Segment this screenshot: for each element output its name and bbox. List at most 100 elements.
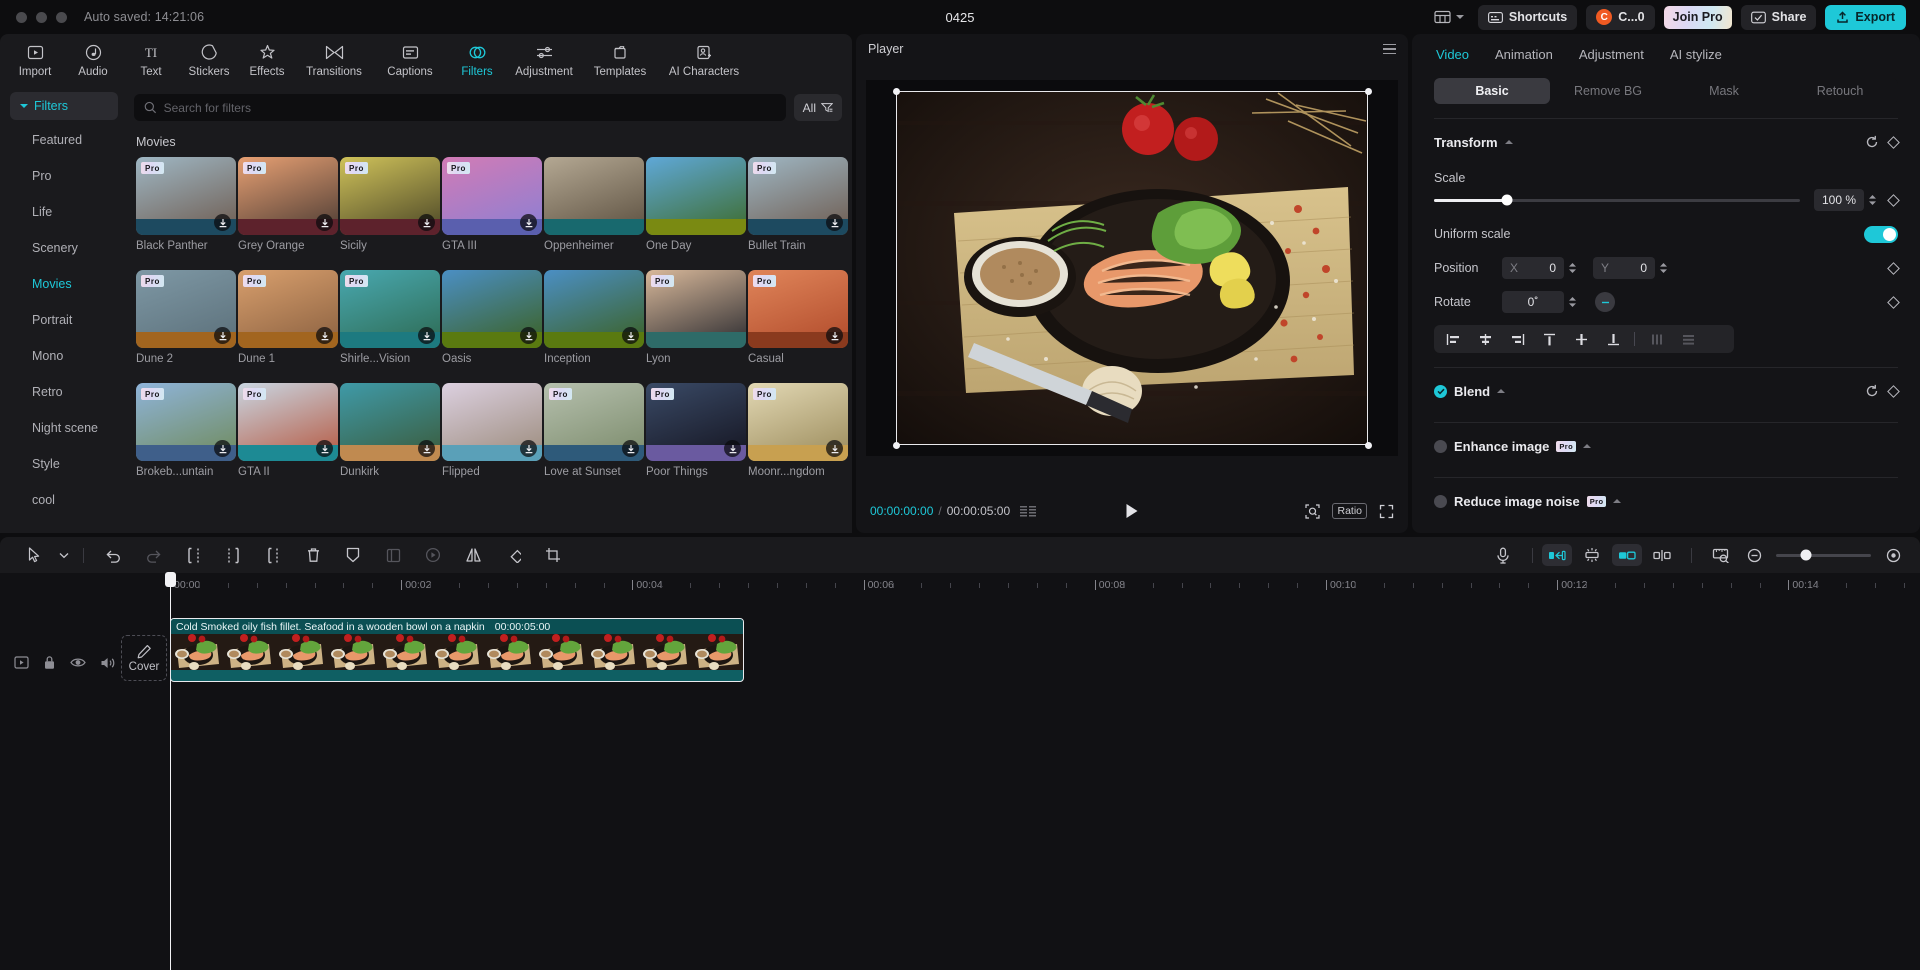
sidebar-item-cool[interactable]: cool	[10, 482, 118, 518]
search-box[interactable]	[134, 94, 786, 121]
resize-handle-bottom-left[interactable]	[893, 442, 900, 449]
crop-frame-icon[interactable]	[373, 541, 413, 569]
filter-card[interactable]: Flipped	[442, 383, 542, 478]
select-cursor-icon[interactable]	[14, 541, 54, 569]
filter-thumbnail[interactable]	[544, 157, 644, 235]
snap-icon[interactable]	[1542, 544, 1572, 566]
video-canvas[interactable]	[896, 91, 1368, 445]
align-center-h-icon[interactable]	[1470, 333, 1500, 346]
keyframe-icon[interactable]	[1887, 136, 1900, 149]
crop-icon[interactable]	[533, 541, 573, 569]
shortcuts-button[interactable]: Shortcuts	[1478, 5, 1577, 30]
segment-retouch[interactable]: Retouch	[1782, 78, 1898, 104]
align-right-icon[interactable]	[1502, 333, 1532, 346]
download-icon[interactable]	[418, 214, 435, 231]
tool-stickers[interactable]: Stickers	[180, 43, 238, 78]
rotate-stepper[interactable]	[1568, 296, 1577, 308]
tab-video[interactable]: Video	[1436, 47, 1469, 62]
align-bottom-icon[interactable]	[1598, 333, 1628, 346]
split-view-icon[interactable]	[1642, 541, 1682, 569]
window-controls[interactable]: Auto saved: 14:21:06	[16, 10, 204, 24]
filter-card[interactable]: Dunkirk	[340, 383, 440, 478]
download-icon[interactable]	[724, 440, 741, 457]
sidebar-header-filters[interactable]: Filters	[10, 92, 118, 120]
transform-section-header[interactable]: Transform	[1434, 125, 1898, 159]
close-window-button[interactable]	[16, 12, 27, 23]
cover-button[interactable]: Cover	[121, 635, 167, 681]
ruler-icon[interactable]	[1701, 541, 1741, 569]
export-button[interactable]: Export	[1825, 5, 1906, 30]
filter-thumbnail[interactable]: Pro	[340, 270, 440, 348]
segment-basic[interactable]: Basic	[1434, 78, 1550, 104]
lock-icon[interactable]	[43, 655, 56, 675]
sidebar-item-movies[interactable]: Movies	[10, 266, 118, 302]
sidebar-item-scenery[interactable]: Scenery	[10, 230, 118, 266]
tool-transitions[interactable]: Transitions	[296, 43, 372, 78]
rotate-field[interactable]: 0˚	[1502, 291, 1564, 313]
filter-thumbnail[interactable]: Pro	[136, 157, 236, 235]
distribute-v-icon[interactable]	[1673, 333, 1703, 346]
sidebar-item-life[interactable]: Life	[10, 194, 118, 230]
filter-card[interactable]: Oppenheimer	[544, 157, 644, 252]
filter-card[interactable]: ProBlack Panther	[136, 157, 236, 252]
blend-reset-icon[interactable]	[1865, 384, 1879, 398]
filter-card[interactable]: ProBullet Train	[748, 157, 848, 252]
filter-thumbnail[interactable]: Pro	[646, 383, 746, 461]
timeline[interactable]: 00:0000:0200:0400:0600:0800:1000:1200:14…	[0, 573, 1920, 970]
resize-handle-top-left[interactable]	[893, 88, 900, 95]
filter-card[interactable]: ProPoor Things	[646, 383, 746, 478]
speed-icon[interactable]	[413, 541, 453, 569]
current-timecode[interactable]: 00:00:00:00	[870, 504, 933, 518]
mirror-icon[interactable]	[453, 541, 493, 569]
playhead-handle[interactable]	[165, 572, 176, 587]
tool-ai-characters[interactable]: AI Characters	[658, 43, 750, 78]
segment-remove-bg[interactable]: Remove BG	[1550, 78, 1666, 104]
tool-import[interactable]: Import	[6, 43, 64, 78]
tool-adjustment[interactable]: Adjustment	[506, 43, 582, 78]
sidebar-item-pro[interactable]: Pro	[10, 158, 118, 194]
filter-card[interactable]: ProSicily	[340, 157, 440, 252]
scale-stepper[interactable]	[1868, 194, 1877, 206]
magnifier-icon[interactable]	[1305, 504, 1320, 519]
filter-card[interactable]: One Day	[646, 157, 746, 252]
ratio-button[interactable]: Ratio	[1332, 503, 1367, 519]
tool-captions[interactable]: Captions	[372, 43, 448, 78]
filter-card[interactable]: ProDune 2	[136, 270, 236, 365]
filter-thumbnail[interactable]: Pro	[238, 157, 338, 235]
filter-card[interactable]: ProGrey Orange	[238, 157, 338, 252]
zoom-in-icon[interactable]	[1880, 541, 1906, 569]
distribute-h-icon[interactable]	[1641, 333, 1671, 346]
download-icon[interactable]	[316, 214, 333, 231]
timeline-zoom-slider[interactable]	[1776, 554, 1871, 557]
filter-thumbnail[interactable]: Pro	[238, 383, 338, 461]
rotate-keyframe-icon[interactable]	[1887, 296, 1900, 309]
filter-card[interactable]: ProShirle...Vision	[340, 270, 440, 365]
tool-text[interactable]: TI Text	[122, 43, 180, 78]
reduce-noise-checkbox[interactable]	[1434, 495, 1447, 508]
chevron-down-icon[interactable]	[54, 541, 74, 569]
filter-thumbnail[interactable]	[544, 270, 644, 348]
download-icon[interactable]	[622, 327, 639, 344]
trim-left-icon[interactable]	[213, 541, 253, 569]
enhance-image-header[interactable]: Enhance image Pro	[1434, 429, 1898, 463]
download-icon[interactable]	[214, 214, 231, 231]
scale-value[interactable]: 100 %	[1814, 189, 1864, 211]
search-input[interactable]	[164, 101, 776, 115]
align-center-v-icon[interactable]	[1566, 333, 1596, 346]
all-filter-button[interactable]: All	[794, 94, 842, 121]
fullscreen-icon[interactable]	[1379, 504, 1394, 519]
download-icon[interactable]	[418, 440, 435, 457]
download-icon[interactable]	[214, 327, 231, 344]
timeline-ruler[interactable]: 00:0000:0200:0400:0600:0800:1000:1200:14	[0, 573, 1920, 599]
maximize-window-button[interactable]	[56, 12, 67, 23]
filter-thumbnail[interactable]: Pro	[238, 270, 338, 348]
zoom-slider-knob[interactable]	[1801, 550, 1812, 561]
scale-slider[interactable]	[1434, 199, 1800, 202]
filter-thumbnail[interactable]: Pro	[748, 383, 848, 461]
auto-adjust-icon[interactable]	[1572, 541, 1612, 569]
timeline-clip[interactable]: Cold Smoked oily fish fillet. Seafood in…	[170, 618, 744, 682]
split-icon[interactable]	[173, 541, 213, 569]
track-preview-icon[interactable]	[14, 656, 29, 674]
reduce-noise-header[interactable]: Reduce image noise Pro	[1434, 484, 1898, 518]
position-y-field[interactable]: Y 0	[1593, 257, 1655, 279]
